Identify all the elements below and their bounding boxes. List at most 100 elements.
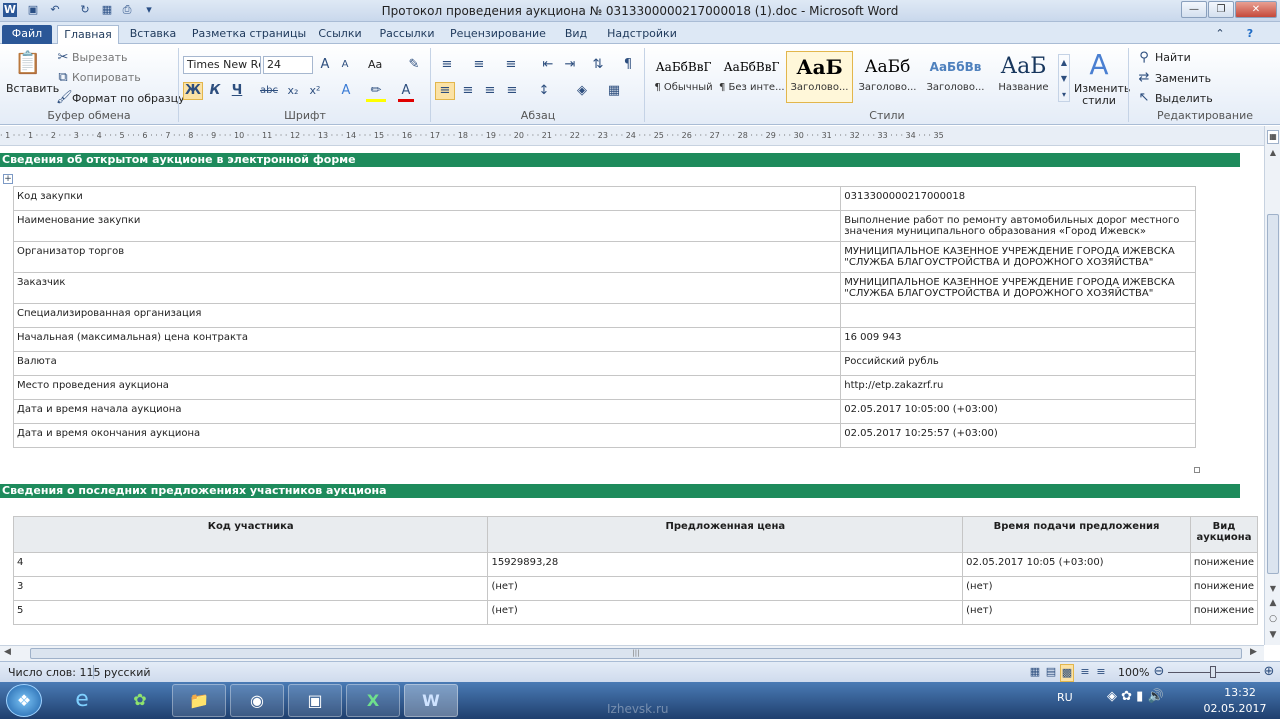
offers-cell[interactable]: (нет) <box>962 600 1191 625</box>
auction-field-value[interactable]: Российский рубль <box>840 351 1196 376</box>
shading-icon[interactable]: ◈ <box>571 83 593 99</box>
zoom-out-icon[interactable]: ⊖ <box>1152 664 1166 680</box>
style-heading-2[interactable]: АаБб Заголово... <box>854 51 921 103</box>
auction-field-value[interactable]: 16 009 943 <box>840 327 1196 352</box>
offers-cell[interactable]: понижение <box>1189 600 1259 625</box>
input-language[interactable]: RU <box>1057 691 1073 704</box>
auction-field-label[interactable]: Наименование закупки <box>12 210 842 242</box>
excel-icon[interactable]: X <box>346 684 400 717</box>
auction-field-value[interactable]: http://etp.zakazrf.ru <box>840 375 1196 400</box>
bold-button[interactable]: Ж <box>183 82 203 100</box>
format-painter-button[interactable]: Формат по образцу <box>72 92 185 105</box>
internet-explorer-icon[interactable]: e <box>55 684 109 717</box>
offers-cell[interactable]: 3 <box>12 576 489 601</box>
offers-cell[interactable]: (нет) <box>487 576 964 601</box>
numbering-icon[interactable]: ≡ <box>469 57 489 73</box>
word-count[interactable]: Число слов: 115 <box>8 666 101 679</box>
tab-home[interactable]: Главная <box>57 25 119 44</box>
replace-button[interactable]: Заменить <box>1155 72 1211 85</box>
tab-references[interactable]: Ссылки <box>314 25 366 44</box>
change-case-button[interactable]: Aa <box>368 58 382 71</box>
align-right-icon[interactable]: ≡ <box>481 83 499 99</box>
explorer-icon[interactable]: 📁 <box>172 684 226 717</box>
align-left-icon[interactable]: ≡ <box>435 82 455 100</box>
chrome-icon[interactable]: ◉ <box>230 684 284 717</box>
style-normal[interactable]: АаБбВвГ ¶ Обычный <box>650 51 717 103</box>
auction-field-value[interactable]: 0313300000217000018 <box>840 186 1196 211</box>
auction-field-label[interactable]: Код закупки <box>12 186 842 211</box>
vertical-scroll-thumb[interactable] <box>1267 214 1279 574</box>
highlight-color-icon[interactable]: ✏ <box>366 83 386 102</box>
justify-icon[interactable]: ≡ <box>503 83 521 99</box>
auction-field-label[interactable]: Дата и время начала аукциона <box>12 399 842 424</box>
text-effects-icon[interactable]: A <box>338 83 354 99</box>
offers-column-header[interactable]: Вид аукциона <box>1189 516 1259 553</box>
zoom-level[interactable]: 100% <box>1118 666 1149 679</box>
scroll-up-icon[interactable]: ▲ <box>1266 148 1280 157</box>
offers-column-header[interactable]: Время подачи предложения <box>962 516 1191 553</box>
next-page-icon[interactable]: ▼ <box>1266 630 1280 640</box>
auction-field-value[interactable]: 02.05.2017 10:25:57 (+03:00) <box>840 423 1196 448</box>
underline-button[interactable]: Ч <box>229 83 245 99</box>
paste-button[interactable]: Вставить <box>6 82 59 95</box>
print-layout-view-icon[interactable]: ▦ <box>1028 664 1042 680</box>
font-name-select[interactable]: Times New Rc <box>183 56 261 74</box>
strikethrough-button[interactable]: abc <box>258 83 280 99</box>
show-formatting-marks-icon[interactable]: ¶ <box>619 57 637 73</box>
auction-field-label[interactable]: Начальная (максимальная) цена контракта <box>12 327 842 352</box>
change-styles-button[interactable]: Изменить стили <box>1074 83 1130 107</box>
draft-view-icon[interactable]: ≡ <box>1094 664 1108 680</box>
word-taskbar-icon[interactable]: W <box>404 684 458 717</box>
style-heading-1[interactable]: АаБ Заголово... <box>786 51 853 103</box>
select-button[interactable]: Выделить <box>1155 92 1213 105</box>
document-page[interactable]: Сведения об открытом аукционе в электрон… <box>0 147 1264 645</box>
clock-date[interactable]: 02.05.2017 <box>1200 702 1270 715</box>
horizontal-ruler[interactable]: · 1 · · · 1 · · · 2 · · · 3 · · · 4 · · … <box>0 126 1264 146</box>
grow-font-icon[interactable]: A <box>318 57 332 73</box>
auction-field-value[interactable] <box>840 303 1196 328</box>
horizontal-scrollbar[interactable]: ◀ ||| ▶ <box>0 645 1264 661</box>
previous-page-icon[interactable]: ▲ <box>1266 598 1280 608</box>
auction-field-label[interactable]: Дата и время окончания аукциона <box>12 423 842 448</box>
style-heading-3[interactable]: АаБбВв Заголово... <box>922 51 989 103</box>
styles-scroll-icon[interactable]: ▲ ▼ ▾ <box>1058 54 1070 102</box>
full-screen-reading-icon[interactable]: ▤ <box>1044 664 1058 680</box>
italic-button[interactable]: К <box>207 83 223 99</box>
scroll-down-icon[interactable]: ▼ <box>1266 584 1280 593</box>
decrease-indent-icon[interactable]: ⇤ <box>539 57 557 73</box>
tab-addins[interactable]: Надстройки <box>604 25 680 44</box>
outline-view-icon[interactable]: ≡ <box>1078 664 1092 680</box>
minimize-button[interactable]: — <box>1181 1 1207 18</box>
minimize-ribbon-icon[interactable]: ⌃ <box>1210 25 1230 44</box>
offers-cell[interactable]: 02.05.2017 10:05 (+03:00) <box>962 552 1191 577</box>
paste-icon[interactable]: 📋 <box>14 50 41 78</box>
offers-column-header[interactable]: Код участника <box>12 516 489 553</box>
browse-object-icon[interactable]: ○ <box>1266 614 1280 624</box>
tab-page-layout[interactable]: Разметка страницы <box>190 25 308 44</box>
start-button[interactable]: ❖ <box>6 684 42 717</box>
auction-field-value[interactable]: 02.05.2017 10:05:00 (+03:00) <box>840 399 1196 424</box>
cut-button[interactable]: Вырезать <box>72 51 127 64</box>
font-color-icon[interactable]: A <box>398 83 414 102</box>
font-size-select[interactable]: 24 <box>263 56 313 74</box>
offers-column-header[interactable]: Предложенная цена <box>487 516 964 553</box>
tab-mailings[interactable]: Рассылки <box>376 25 438 44</box>
subscript-button[interactable]: x₂ <box>284 83 302 99</box>
increase-indent-icon[interactable]: ⇥ <box>561 57 579 73</box>
multilevel-list-icon[interactable]: ≡ <box>501 57 521 73</box>
auction-field-label[interactable]: Заказчик <box>12 272 842 304</box>
find-button[interactable]: Найти <box>1155 51 1191 64</box>
superscript-button[interactable]: x² <box>306 83 324 99</box>
zoom-slider-thumb[interactable] <box>1210 666 1216 678</box>
zoom-in-icon[interactable]: ⊕ <box>1262 664 1276 680</box>
auction-field-label[interactable]: Организатор торгов <box>12 241 842 273</box>
app-icon[interactable]: ✿ <box>113 684 167 717</box>
borders-icon[interactable]: ▦ <box>603 83 625 99</box>
table-move-handle-icon[interactable]: + <box>3 174 13 184</box>
horizontal-scroll-thumb[interactable]: ||| <box>30 648 1242 659</box>
clear-formatting-icon[interactable]: ✎ <box>405 57 423 73</box>
auction-field-label[interactable]: Специализированная организация <box>12 303 842 328</box>
shrink-font-icon[interactable]: A <box>338 57 352 73</box>
offers-cell[interactable]: (нет) <box>487 600 964 625</box>
offers-cell[interactable]: 15929893,28 <box>487 552 964 577</box>
